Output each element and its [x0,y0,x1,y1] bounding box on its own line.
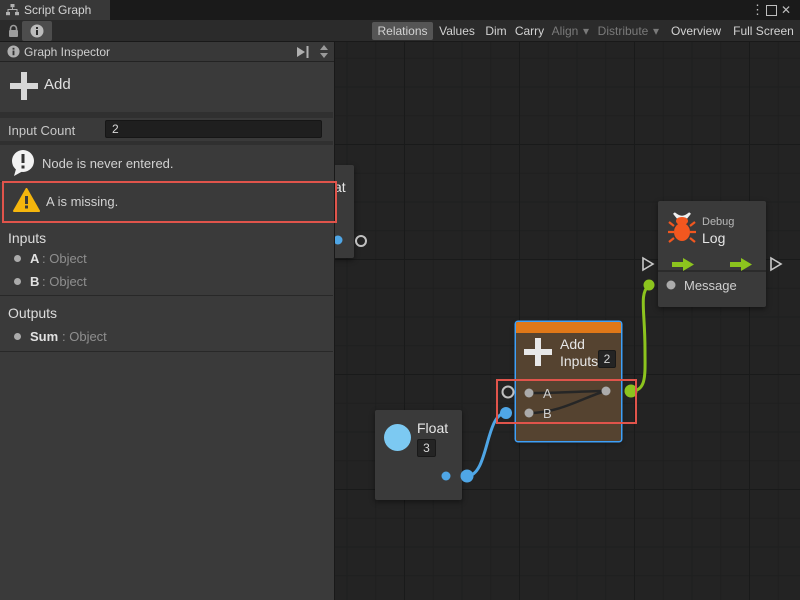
float-value-field[interactable]: 3 [417,439,436,457]
debug-node-title: Log [702,230,725,246]
float-output-port[interactable] [442,472,451,481]
port-a-label: A [543,386,552,401]
maximize-icon[interactable] [766,0,777,20]
add-output-sum-port[interactable] [602,387,611,396]
lock-icon[interactable] [7,24,20,38]
window-menu-icon[interactable]: ⋮ [751,0,764,20]
missing-a-connection-circle[interactable] [502,386,515,399]
disconnected-endpoint-circle[interactable] [355,235,367,247]
add-node-icon [10,72,38,100]
section-gap [0,112,333,118]
add-node-subtitle: Inputs [560,353,598,369]
input-count-label: Input Count [8,123,75,138]
connection-wires [335,42,800,600]
float-node[interactable]: Float 3 [375,410,462,500]
carry-button[interactable]: Carry [511,22,548,40]
output-sum-dot [14,333,21,340]
align-dropdown-icon[interactable]: ▾ [580,22,592,40]
input-b-type: : Object [42,274,87,289]
divider [0,181,333,182]
bug-icon [668,212,696,244]
outputs-header: Outputs [8,305,57,321]
add-node[interactable]: Add Inputs 2 A B [516,322,621,441]
input-a-type: : Object [42,251,87,266]
sum-wire-endpoint[interactable] [625,385,638,398]
message-input-port[interactable] [667,281,676,290]
distribute-button[interactable]: Distribute [594,22,652,40]
warning-text: A is missing. [46,194,118,209]
values-button[interactable]: Values [434,22,480,40]
message-port-label: Message [684,278,737,293]
warning-text: Node is never entered. [42,156,174,171]
scrub-arrows-icon[interactable] [317,44,331,60]
add-icon [524,338,552,366]
add-input-a-port[interactable] [525,389,534,398]
output-sum-name: Sum [30,329,58,344]
add-node-title: Add [560,336,585,352]
dim-button[interactable]: Dim [481,22,511,40]
port-b-label: B [543,406,552,421]
align-button[interactable]: Align [548,22,582,40]
flow-in-arrow-icon[interactable] [672,258,694,271]
close-icon[interactable]: ✕ [781,0,791,20]
overview-button[interactable]: Overview [665,22,727,40]
graph-canvas[interactable]: at Float 3 Add Inputs 2 A B [335,42,800,600]
input-b-dot [14,278,21,285]
distribute-dropdown-icon[interactable]: ▾ [650,22,662,40]
graph-toolbar: enemy Zoom 1x Relations Values Dim Carry… [0,20,800,42]
script-graph-window: Script Graph ⋮ ✕ [0,0,800,600]
add-inputs-count: 2 [598,350,616,368]
inspector-node-title: Add [44,76,71,93]
graph-inspector-header: Graph Inspector [0,42,334,62]
info-icon [7,45,20,58]
output-sum-type: : Object [62,329,107,344]
float-output-wire-endpoint[interactable] [461,470,474,483]
debug-node-category: Debug [702,216,734,228]
graph-icon [6,4,19,16]
b-wire-endpoint[interactable] [500,407,512,419]
title-bar: Script Graph ⋮ ✕ [0,0,800,20]
fullscreen-button[interactable]: Full Screen [728,22,799,40]
wire-float-to-b[interactable] [467,413,506,476]
divider [0,295,333,296]
input-count-field[interactable]: 2 [105,120,322,138]
hidden-node-title-fragment: at [335,179,346,195]
input-b-name: B [30,274,39,289]
flow-port-left-triangle[interactable] [641,256,655,272]
float-node-title: Float [417,420,448,436]
tab-script-graph[interactable]: Script Graph [0,0,110,20]
debug-log-node[interactable]: Debug Log Message [658,201,766,307]
input-a-dot [14,255,21,262]
relations-button[interactable]: Relations [372,22,433,40]
flow-out-arrow-icon[interactable] [730,258,752,271]
inspector-toggle-button[interactable] [22,21,52,41]
inspector-title: Graph Inspector [24,45,110,59]
input-a-name: A [30,251,39,266]
graph-inspector-panel: Graph Inspector Add Input Count 2 [0,42,335,600]
dock-icon[interactable] [296,46,310,58]
warning-a-missing: A is missing. [0,183,334,219]
wire-sum-to-message[interactable] [631,285,649,391]
divider [0,351,333,352]
warning-never-entered: Node is never entered. [0,145,334,181]
float-icon [384,424,411,451]
tab-label: Script Graph [24,3,91,17]
add-node-highlight-bar [516,322,621,333]
speech-bubble-exclamation-icon [10,149,36,177]
info-icon [30,24,44,38]
add-input-b-port[interactable] [525,409,534,418]
flow-port-right-triangle[interactable] [769,256,783,272]
inputs-header: Inputs [8,230,46,246]
warning-triangle-icon [13,188,40,213]
message-wire-endpoint[interactable] [644,280,655,291]
